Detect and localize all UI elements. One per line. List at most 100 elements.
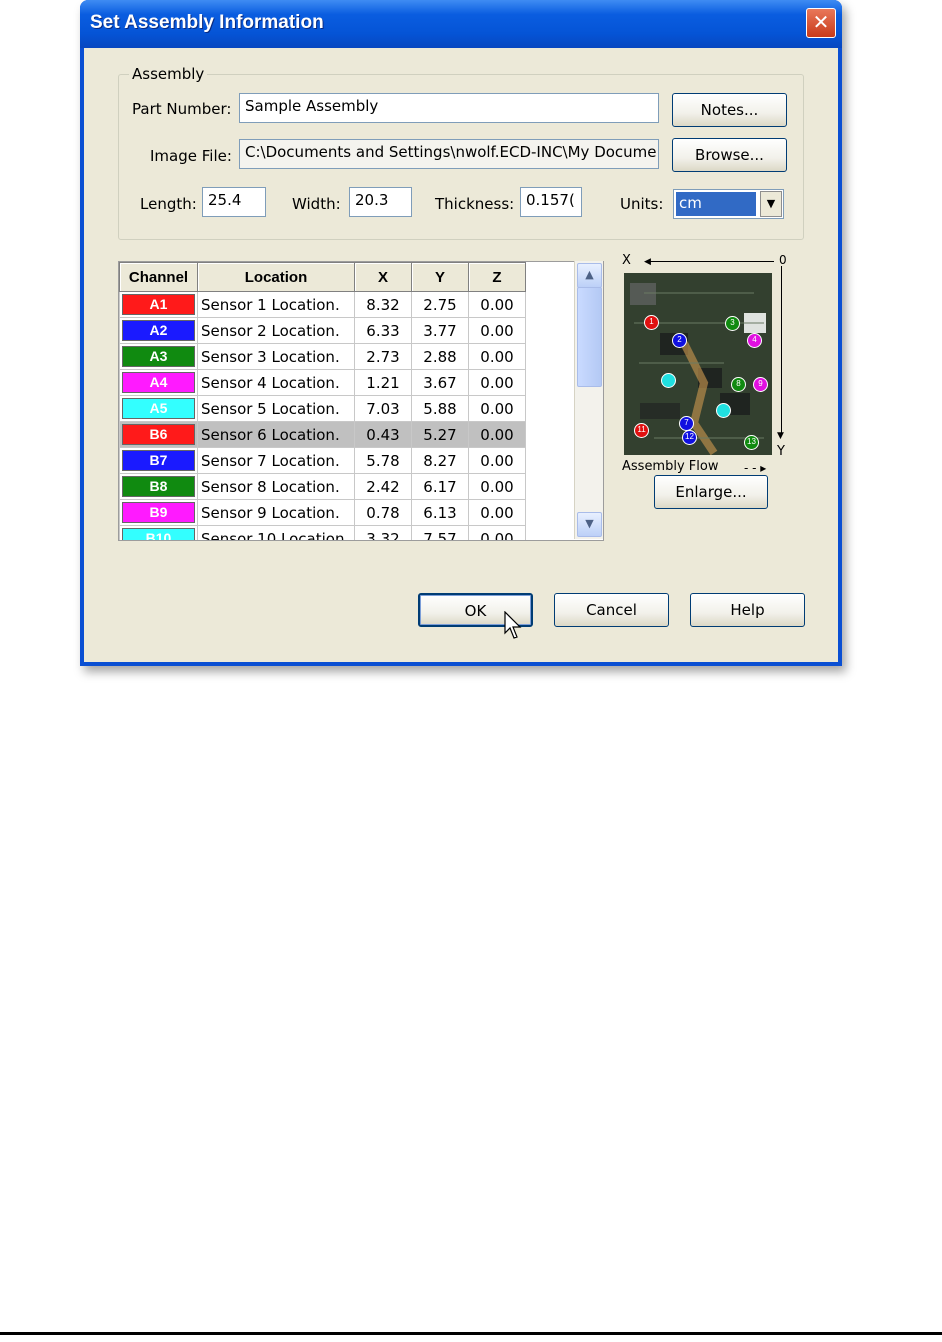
location-cell[interactable]: Sensor 7 Location. xyxy=(197,447,355,474)
scrollbar-thumb[interactable] xyxy=(577,287,602,387)
marker-12: 12 xyxy=(682,430,697,445)
x-cell[interactable]: 3.32 xyxy=(354,525,412,540)
x-cell[interactable]: 2.73 xyxy=(354,343,412,370)
table-scrollbar[interactable]: ▲ ▼ xyxy=(574,261,603,539)
table-row[interactable]: A5 Sensor 5 Location. 7.03 5.88 0.00 xyxy=(119,395,526,422)
column-header-y[interactable]: Y xyxy=(411,262,469,292)
y-cell[interactable]: 7.57 xyxy=(411,525,469,540)
table-row[interactable]: B6 Sensor 6 Location. 0.43 5.27 0.00 xyxy=(119,421,526,448)
column-header-channel[interactable]: Channel xyxy=(119,262,198,292)
marker-8: 8 xyxy=(731,377,746,392)
y-cell[interactable]: 6.17 xyxy=(411,473,469,500)
table-row[interactable]: B10 Sensor 10 Location. 3.32 7.57 0.00 xyxy=(119,525,526,540)
column-header-location[interactable]: Location xyxy=(197,262,355,292)
table-row[interactable]: B8 Sensor 8 Location. 2.42 6.17 0.00 xyxy=(119,473,526,500)
location-cell[interactable]: Sensor 1 Location. xyxy=(197,291,355,318)
help-button[interactable]: Help xyxy=(690,593,805,627)
location-cell[interactable]: Sensor 3 Location. xyxy=(197,343,355,370)
marker-2: 2 xyxy=(672,333,687,348)
y-cell[interactable]: 2.75 xyxy=(411,291,469,318)
x-cell[interactable]: 1.21 xyxy=(354,369,412,396)
close-button[interactable]: ✕ xyxy=(806,8,836,38)
channel-cell[interactable]: A3 xyxy=(119,343,198,370)
channel-badge: B10 xyxy=(122,528,195,540)
x-axis-label: X xyxy=(622,253,631,268)
table-row[interactable]: A4 Sensor 4 Location. 1.21 3.67 0.00 xyxy=(119,369,526,396)
x-cell[interactable]: 2.42 xyxy=(354,473,412,500)
location-cell[interactable]: Sensor 4 Location. xyxy=(197,369,355,396)
thickness-label: Thickness: xyxy=(435,195,515,213)
z-cell[interactable]: 0.00 xyxy=(468,317,526,344)
chevron-down-icon[interactable]: ▼ xyxy=(760,191,782,217)
channel-cell[interactable]: A1 xyxy=(119,291,198,318)
table-row[interactable]: B7 Sensor 7 Location. 5.78 8.27 0.00 xyxy=(119,447,526,474)
dialog-body: Assembly Part Number: Sample Assembly No… xyxy=(84,48,838,662)
channel-cell[interactable]: A2 xyxy=(119,317,198,344)
units-select[interactable]: cm ▼ xyxy=(673,189,784,219)
channel-badge: A1 xyxy=(122,294,195,315)
z-cell[interactable]: 0.00 xyxy=(468,395,526,422)
z-cell[interactable]: 0.00 xyxy=(468,525,526,540)
scroll-down-icon[interactable]: ▼ xyxy=(577,512,602,537)
notes-button[interactable]: Notes... xyxy=(672,93,787,127)
table-row[interactable]: B9 Sensor 9 Location. 0.78 6.13 0.00 xyxy=(119,499,526,526)
y-cell[interactable]: 6.13 xyxy=(411,499,469,526)
channel-cell[interactable]: B6 xyxy=(119,421,198,448)
channel-cell[interactable]: B7 xyxy=(119,447,198,474)
location-cell[interactable]: Sensor 6 Location. xyxy=(197,421,355,448)
y-cell[interactable]: 2.88 xyxy=(411,343,469,370)
table-row[interactable]: A2 Sensor 2 Location. 6.33 3.77 0.00 xyxy=(119,317,526,344)
image-file-field[interactable]: C:\Documents and Settings\nwolf.ECD-INC\… xyxy=(239,139,659,169)
location-cell[interactable]: Sensor 2 Location. xyxy=(197,317,355,344)
location-cell[interactable]: Sensor 9 Location. xyxy=(197,499,355,526)
location-cell[interactable]: Sensor 5 Location. xyxy=(197,395,355,422)
part-number-field[interactable]: Sample Assembly xyxy=(239,93,659,123)
part-number-label: Part Number: xyxy=(132,100,232,118)
flow-arrow-icon: - - ▸ xyxy=(744,461,767,475)
location-cell[interactable]: Sensor 8 Location. xyxy=(197,473,355,500)
y-cell[interactable]: 3.67 xyxy=(411,369,469,396)
x-cell[interactable]: 8.32 xyxy=(354,291,412,318)
enlarge-button[interactable]: Enlarge... xyxy=(654,475,768,509)
x-cell[interactable]: 0.43 xyxy=(354,421,412,448)
y-cell[interactable]: 3.77 xyxy=(411,317,469,344)
thickness-field[interactable]: 0.157( xyxy=(520,187,582,217)
z-cell[interactable]: 0.00 xyxy=(468,421,526,448)
y-cell[interactable]: 5.27 xyxy=(411,421,469,448)
channel-cell[interactable]: A4 xyxy=(119,369,198,396)
column-header-x[interactable]: X xyxy=(354,262,412,292)
page-footer-rule xyxy=(0,1332,942,1335)
width-field[interactable]: 20.3 xyxy=(349,187,412,217)
scroll-up-icon[interactable]: ▲ xyxy=(577,263,602,288)
channel-cell[interactable]: B9 xyxy=(119,499,198,526)
x-cell[interactable]: 6.33 xyxy=(354,317,412,344)
z-cell[interactable]: 0.00 xyxy=(468,369,526,396)
cancel-button[interactable]: Cancel xyxy=(554,593,669,627)
channel-cell[interactable]: A5 xyxy=(119,395,198,422)
z-cell[interactable]: 0.00 xyxy=(468,473,526,500)
z-cell[interactable]: 0.00 xyxy=(468,291,526,318)
x-cell[interactable]: 0.78 xyxy=(354,499,412,526)
y-cell[interactable]: 8.27 xyxy=(411,447,469,474)
channel-cell[interactable]: B8 xyxy=(119,473,198,500)
channel-badge: A2 xyxy=(122,320,195,341)
marker-cyan-b xyxy=(716,403,731,418)
column-header-z[interactable]: Z xyxy=(468,262,526,292)
channel-cell[interactable]: B10 xyxy=(119,525,198,540)
table-row[interactable]: A3 Sensor 3 Location. 2.73 2.88 0.00 xyxy=(119,343,526,370)
z-cell[interactable]: 0.00 xyxy=(468,447,526,474)
x-cell[interactable]: 5.78 xyxy=(354,447,412,474)
assembly-image-thumbnail[interactable]: 1 2 3 4 8 9 7 11 12 13 xyxy=(624,273,772,456)
y-axis-label: Y xyxy=(777,444,785,459)
z-cell[interactable]: 0.00 xyxy=(468,499,526,526)
y-cell[interactable]: 5.88 xyxy=(411,395,469,422)
location-cell[interactable]: Sensor 10 Location. xyxy=(197,525,355,540)
width-label: Width: xyxy=(292,195,341,213)
browse-button[interactable]: Browse... xyxy=(672,138,787,172)
table-row[interactable]: A1 Sensor 1 Location. 8.32 2.75 0.00 xyxy=(119,291,526,318)
title-bar[interactable]: Set Assembly Information ✕ xyxy=(80,0,842,48)
z-cell[interactable]: 0.00 xyxy=(468,343,526,370)
marker-3: 3 xyxy=(725,316,740,331)
x-cell[interactable]: 7.03 xyxy=(354,395,412,422)
length-field[interactable]: 25.4 xyxy=(202,187,266,217)
